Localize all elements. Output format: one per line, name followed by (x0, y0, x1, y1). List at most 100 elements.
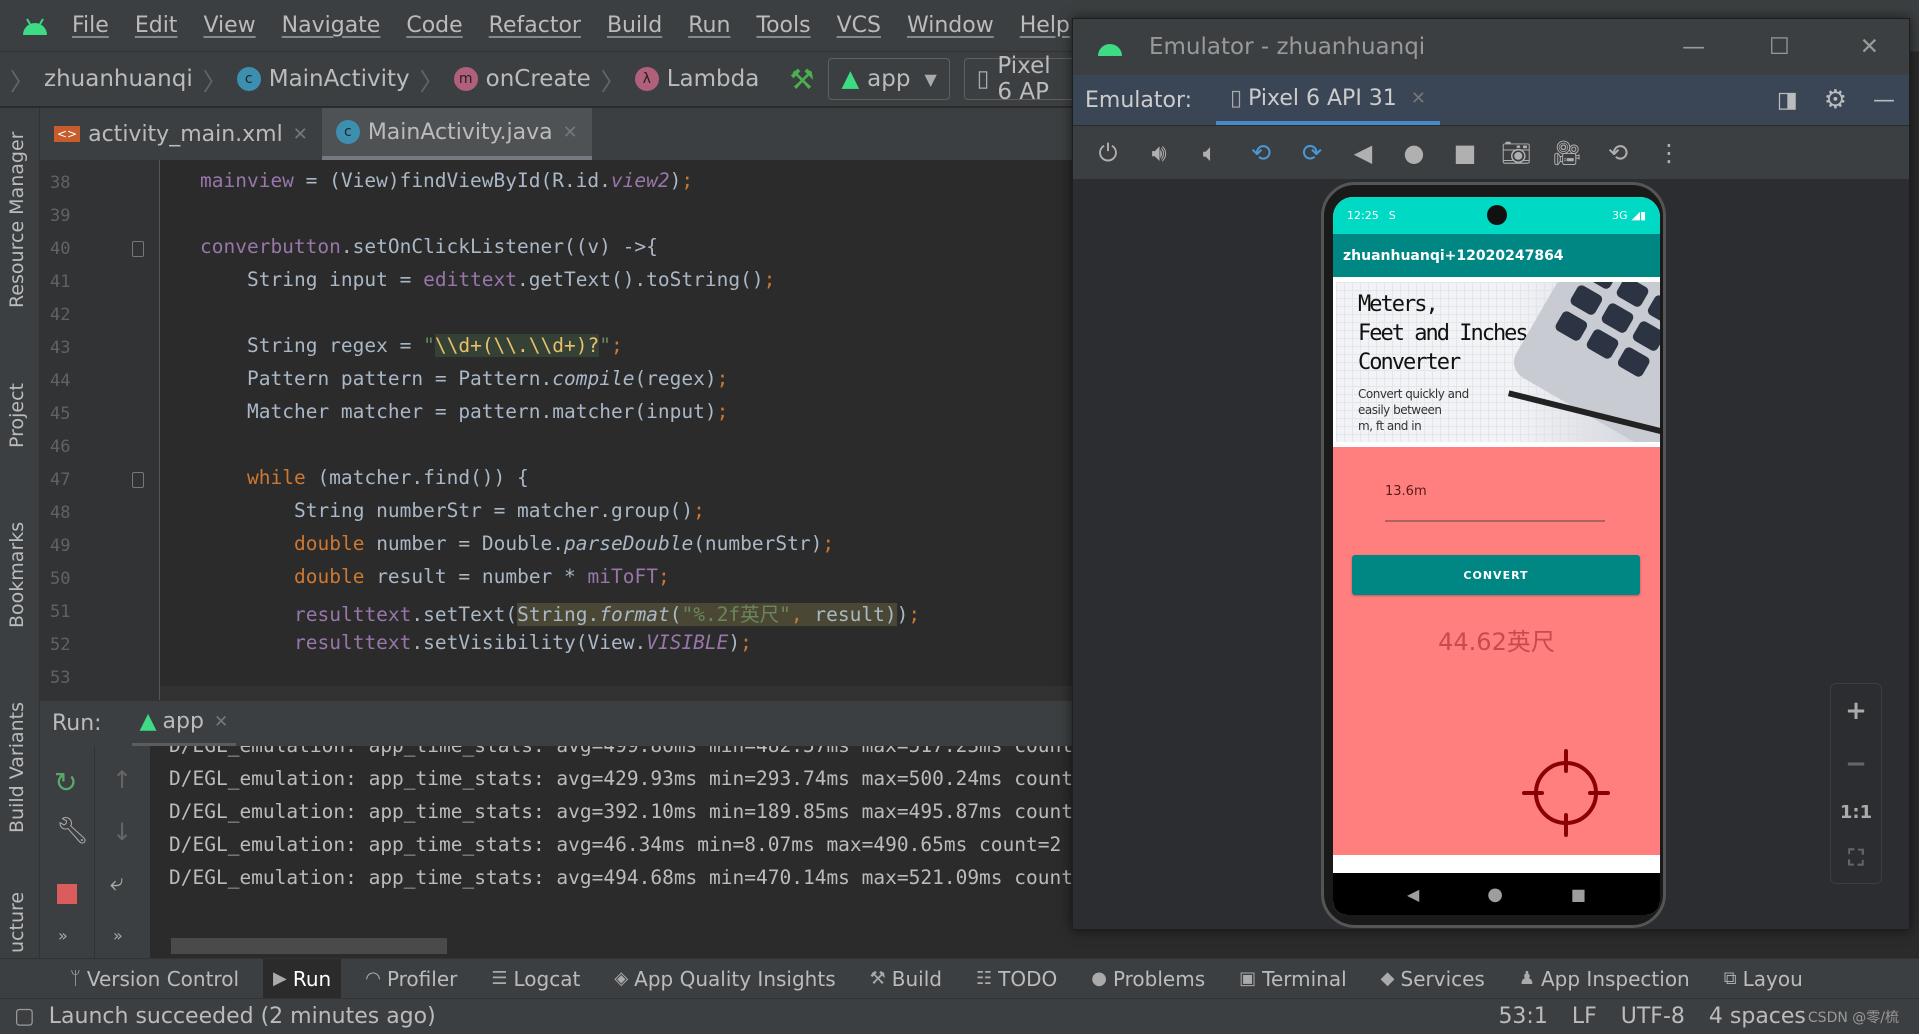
menu-help[interactable]: Help (1020, 13, 1070, 38)
menu-window[interactable]: Window (907, 13, 994, 38)
file-encoding[interactable]: UTF-8 (1621, 1004, 1685, 1029)
zoom-fit-icon[interactable]: ⛶ (1848, 846, 1863, 871)
tool-tab-version-control[interactable]: ᛘ Version Control (60, 959, 249, 999)
status-message[interactable]: Launch succeeded (2 minutes ago) (49, 1004, 436, 1029)
menu-view[interactable]: View (203, 13, 255, 38)
line-number: 52 (50, 635, 71, 655)
screenshot-icon[interactable]: 📷︎ (1495, 133, 1537, 173)
home-icon[interactable]: ● (1487, 884, 1503, 905)
code-token: .setText( (411, 603, 518, 626)
record-icon[interactable]: 🎥︎ (1546, 133, 1588, 173)
line-ending[interactable]: LF (1572, 1004, 1597, 1029)
tool-tab-terminal[interactable]: ▣ Terminal (1229, 959, 1357, 999)
hide-icon[interactable]: — (1873, 88, 1895, 113)
breadcrumb-item[interactable]: m onCreate (453, 66, 591, 92)
volume-down-icon[interactable]: 🔈︎ (1189, 133, 1231, 173)
close-window-icon[interactable]: ✕ (1860, 34, 1879, 60)
menu-file[interactable]: File (72, 13, 109, 38)
convert-button[interactable]: CONVERT (1352, 555, 1640, 595)
tool-tab-layou[interactable]: ⧉ Layou (1714, 959, 1813, 999)
menu-code[interactable]: Code (406, 13, 462, 38)
run-tab-app[interactable]: ▲ app ✕ (131, 701, 237, 747)
back-icon[interactable]: ◀ (1407, 885, 1419, 904)
zoom-in-button[interactable]: + (1845, 696, 1867, 726)
fold-icon[interactable] (132, 472, 144, 488)
fold-icon[interactable] (132, 241, 144, 257)
soft-wrap-icon[interactable]: ⤶ (110, 868, 123, 896)
gear-icon[interactable]: ⚙ (1824, 85, 1847, 115)
more-icon[interactable]: ⋮ (1648, 133, 1690, 173)
more-icon[interactable]: » (58, 926, 68, 945)
snapshot-icon[interactable]: ⟲ (1597, 133, 1639, 173)
more-icon[interactable]: » (113, 926, 123, 945)
up-arrow-icon[interactable]: ↑ (112, 766, 132, 794)
menu-navigate[interactable]: Navigate (282, 13, 381, 38)
zoom-actual-size-button[interactable]: 1:1 (1840, 802, 1872, 823)
tool-bookmarks[interactable]: Bookmarks (6, 522, 28, 628)
maximize-icon[interactable]: ☐ (1769, 34, 1790, 60)
tool-tab-app-inspection[interactable]: ♟ App Inspection (1509, 959, 1700, 999)
code-editor[interactable]: 38 39 40 41 42 43 44 45 46 47 48 49 50 51 52 53 mainvie… (40, 160, 1072, 700)
menu-tools[interactable]: Tools (756, 13, 810, 38)
home-icon[interactable]: ● (1393, 133, 1435, 173)
status-panel-icon[interactable]: ▢ (14, 1004, 35, 1029)
tool-tab-logcat[interactable]: ☰ Logcat (481, 959, 590, 999)
tool-tab-run[interactable]: ▶ Run (263, 958, 342, 999)
tool-project[interactable]: Project (6, 383, 28, 448)
code-token: ; (763, 268, 776, 291)
power-icon[interactable]: ⏻ (1087, 133, 1129, 173)
close-icon[interactable]: ✕ (1411, 88, 1426, 109)
close-icon[interactable]: ✕ (214, 712, 228, 732)
length-input[interactable]: 13.6m (1385, 472, 1605, 522)
horizontal-scrollbar[interactable] (171, 938, 447, 954)
emulator-title-bar: Emulator - zhuanhuanqi — ☐ ✕ (1073, 19, 1909, 75)
tool-tab-problems[interactable]: ● Problems (1081, 959, 1215, 999)
device-dropdown[interactable]: ▯ Pixel 6 AP (963, 53, 1080, 105)
tool-build-variants[interactable]: Build Variants (6, 702, 28, 833)
menu-build[interactable]: Build (607, 13, 662, 38)
tool-tab-app-quality-insights[interactable]: ◈ App Quality Insights (604, 959, 845, 999)
rotate-left-icon[interactable]: ⟲ (1240, 133, 1282, 173)
tool-tab-build[interactable]: ⚒ Build (860, 959, 952, 999)
phone-screen[interactable]: 12:25 S 3G ◢▮ zhuanhuanqi+12020247864 Me… (1333, 197, 1660, 915)
tool-tab-services[interactable]: ◆ Services (1371, 959, 1495, 999)
close-icon[interactable]: ✕ (563, 122, 578, 143)
breadcrumb-item[interactable]: c MainActivity (236, 66, 410, 92)
device-tab[interactable]: ▯ Pixel 6 API 31 ✕ (1216, 75, 1440, 125)
minimize-icon[interactable]: — (1682, 34, 1705, 60)
volume-up-icon[interactable]: 🔊︎ (1138, 133, 1180, 173)
code-line: Matcher matcher = pattern.matcher(input)… (247, 400, 728, 423)
caret-position[interactable]: 53:1 (1498, 1004, 1547, 1029)
code-token: ; (740, 631, 752, 654)
menu-vcs[interactable]: VCS (837, 13, 881, 38)
tab-mainactivity-java[interactable]: c MainActivity.java ✕ (321, 108, 592, 160)
breadcrumb-separator: 〉 (600, 67, 625, 96)
rerun-icon[interactable]: ↻ (54, 766, 77, 799)
banner-subtitle-line: easily between (1358, 403, 1442, 417)
menu-run[interactable]: Run (688, 13, 730, 38)
run-toolbar: ↻ 🔧︎ » ↑ ↓ ⤶ » (40, 746, 150, 958)
wrench-icon[interactable]: 🔧︎ (56, 816, 89, 846)
back-icon[interactable]: ◀ (1342, 133, 1384, 173)
tool-structure[interactable]: ucture (6, 892, 28, 953)
tool-tab-profiler[interactable]: ◠ Profiler (355, 959, 467, 999)
tool-tab-todo[interactable]: ☷ TODO (966, 959, 1067, 999)
indent-setting[interactable]: 4 spaces (1709, 1004, 1806, 1029)
close-icon[interactable]: ✕ (293, 124, 308, 145)
overview-icon[interactable]: ■ (1444, 133, 1486, 173)
overview-icon[interactable]: ■ (1571, 885, 1586, 904)
breadcrumb-item[interactable]: λ Lambda (634, 66, 759, 92)
menu-refactor[interactable]: Refactor (489, 13, 581, 38)
zoom-out-button[interactable]: − (1845, 749, 1867, 779)
run-config-dropdown[interactable]: ▲ app ▼ (828, 58, 950, 100)
rotate-right-icon[interactable]: ⟳ (1291, 133, 1333, 173)
tool-resource-manager[interactable]: Resource Manager (6, 132, 28, 308)
stop-icon[interactable] (57, 884, 77, 904)
menu-edit[interactable]: Edit (135, 13, 178, 38)
breadcrumb-item[interactable]: zhuanhuanqi (44, 66, 193, 92)
down-arrow-icon[interactable]: ↓ (112, 818, 132, 846)
run-console[interactable]: D/EGL_emulation: app_time_stats: avg=499… (150, 746, 1072, 958)
window-layout-icon[interactable]: ◨ (1777, 88, 1798, 113)
build-hammer-icon[interactable]: ⚒ (789, 63, 814, 96)
tab-activity-main-xml[interactable]: <> activity_main.xml ✕ (40, 108, 322, 160)
